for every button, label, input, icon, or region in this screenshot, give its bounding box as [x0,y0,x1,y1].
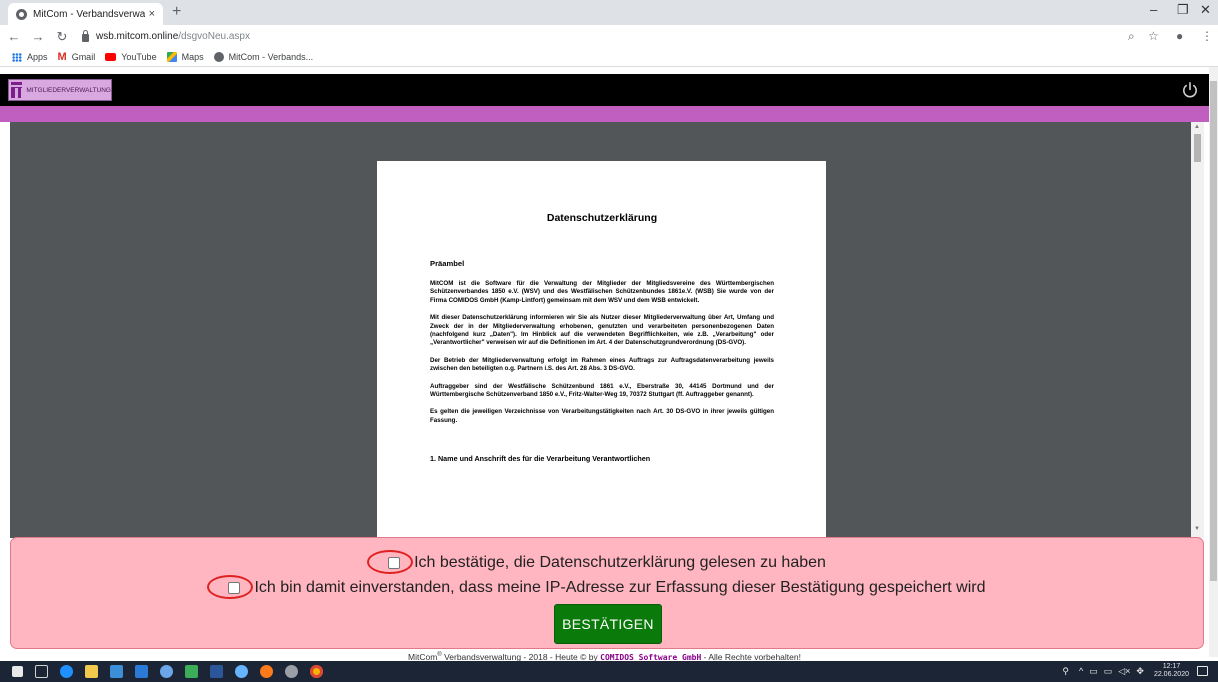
confirm-button[interactable]: BESTÄTIGEN [554,604,662,644]
read-privacy-checkbox[interactable] [367,550,414,574]
word-icon[interactable] [210,665,223,678]
maps-icon [166,52,177,62]
apps-icon [12,52,22,62]
window-close-icon[interactable]: ✕ [1200,2,1211,18]
clock-date: 22.06.2020 [1153,671,1189,678]
tab-close-icon[interactable]: × [149,8,155,20]
app-green-icon[interactable] [185,665,198,678]
app-icon[interactable] [160,665,173,678]
battery-icon[interactable]: ▭ [1104,666,1113,677]
pdf-viewer[interactable]: Datenschutzerklärung Präambel MitCOM ist… [10,122,1191,538]
document-title: Datenschutzerklärung [546,212,658,224]
profile-icon[interactable]: ● [1176,29,1183,43]
firefox-icon[interactable] [260,665,273,678]
back-icon[interactable]: ← [4,29,24,44]
tab-favicon-icon [16,8,27,20]
clock-time: 12:17 [1162,663,1181,670]
browser-tab[interactable]: MitCom - Verbandsverwaltung × [8,3,163,25]
tray-clock[interactable]: 12:17 22.06.2020 [1154,663,1189,679]
logo-text: MITGLIEDERVERWALTUNG [26,86,111,94]
viewer-scroll-thumb[interactable] [1194,134,1201,162]
mail-icon[interactable] [135,665,148,678]
bookmarks-bar: Apps M Gmail YouTube Maps MitCom - Verba… [0,48,1218,67]
store-icon[interactable] [110,665,123,678]
app-logo[interactable]: MITGLIEDERVERWALTUNG [8,79,112,101]
document-paragraph: Auftraggeber sind der Westfälische Schüt… [430,382,774,399]
gmail-icon: M [57,50,67,63]
tab-title: MitCom - Verbandsverwaltung [33,8,145,20]
tray-chevron-icon[interactable]: ^ [1079,666,1083,676]
app-blue-icon[interactable] [235,665,248,678]
scroll-down-icon[interactable]: ▼ [1194,526,1200,532]
bookmark-label: Maps [181,52,204,62]
viewer-scrollbar[interactable]: ▲ ▼ [1191,122,1204,538]
url-path: /dsgvoNeu.aspx [178,31,250,42]
people-icon[interactable]: ⚲ [1062,666,1069,677]
maximize-icon[interactable]: ❐ [1177,2,1189,18]
page-footer: MitCom® Verbandsverwaltung - 2018 - Heut… [0,649,1209,662]
browser-toolbar: ← → ↻ wsb.mitcom.online/dsgvoNeu.aspx ⌕ … [0,25,1218,48]
app-header: MITGLIEDERVERWALTUNG [0,74,1209,106]
reload-icon[interactable]: ↻ [52,29,72,45]
forward-icon[interactable]: → [28,29,48,44]
highlight-ring [367,550,414,574]
section-heading: 1. Name und Anschrift des für die Verarb… [430,454,651,464]
browser-tabstrip: MitCom - Verbandsverwaltung × + – ❐ ✕ [0,0,1218,25]
chrome-icon[interactable] [310,665,323,678]
bookmark-gmail[interactable]: M Gmail [57,50,96,63]
document-paragraph: MitCOM ist die Software für die Verwaltu… [430,280,774,304]
bookmark-youtube[interactable]: YouTube [105,52,157,62]
youtube-icon [105,53,117,61]
new-tab-button[interactable]: + [172,3,181,21]
bookmark-mitcom[interactable]: MitCom - Verbands... [213,52,314,62]
task-view-icon[interactable] [35,665,48,678]
address-bar[interactable]: wsb.mitcom.online/dsgvoNeu.aspx [82,28,250,45]
page-scrollbar[interactable] [1209,67,1218,657]
volume-icon[interactable]: ◁× [1118,666,1130,677]
consent-row-2: Ich bin damit einverstanden, dass meine … [11,575,1203,599]
bookmark-label: MitCom - Verbands... [228,52,314,62]
read-privacy-label: Ich bestätige, die Datenschutzerklärung … [414,554,826,571]
logo-building-icon [11,82,23,98]
lock-icon [82,29,89,42]
zoom-icon[interactable]: ⌕ [1128,29,1135,44]
page-scroll-thumb[interactable] [1210,81,1217,581]
bookmark-maps[interactable]: Maps [166,52,204,62]
consent-panel: Ich bestätige, die Datenschutzerklärung … [10,537,1204,649]
ip-storage-label: Ich bin damit einverstanden, dass meine … [254,579,986,596]
taskbar: ⚲ ^ ▭ ▭ ◁× ✥ 12:17 22.06.2020 [0,661,1218,682]
minimize-icon[interactable]: – [1150,2,1157,17]
bookmark-label: Apps [27,52,48,62]
network-icon[interactable]: ▭ [1089,666,1098,677]
notification-icon[interactable] [1197,666,1208,676]
system-tray: ⚲ ^ ▭ ▭ ◁× ✥ 12:17 22.06.2020 [1062,663,1208,679]
pdf-page: Datenschutzerklärung Präambel MitCOM ist… [377,161,826,538]
bookmark-label: Gmail [71,52,96,62]
ip-storage-checkbox[interactable] [207,575,254,599]
edge-icon[interactable] [60,665,73,678]
app-gray-icon[interactable] [285,665,298,678]
power-icon[interactable] [1181,81,1199,99]
document-paragraph: Mit dieser Datenschutzerklärung informie… [430,314,774,347]
file-explorer-icon[interactable] [85,665,98,678]
document-paragraph: Der Betrieb der Mitgliederverwaltung erf… [430,356,774,373]
url-host: wsb.mitcom.online [96,31,179,42]
mitcom-icon [213,52,224,62]
accent-bar [0,106,1209,122]
bookmark-apps[interactable]: Apps [12,52,48,62]
scroll-up-icon[interactable]: ▲ [1194,124,1200,130]
bookmark-star-icon[interactable]: ☆ [1148,29,1159,43]
consent-row-1: Ich bestätige, die Datenschutzerklärung … [11,550,1203,574]
start-icon[interactable] [12,666,23,677]
highlight-ring [207,575,254,599]
bookmark-label: YouTube [121,52,157,62]
preamble-heading: Präambel [430,259,465,268]
dropbox-icon[interactable]: ✥ [1136,666,1144,677]
menu-icon[interactable]: ⋮ [1201,29,1213,43]
document-paragraph: Es gelten die jeweiligen Verzeichnisse v… [430,408,774,424]
